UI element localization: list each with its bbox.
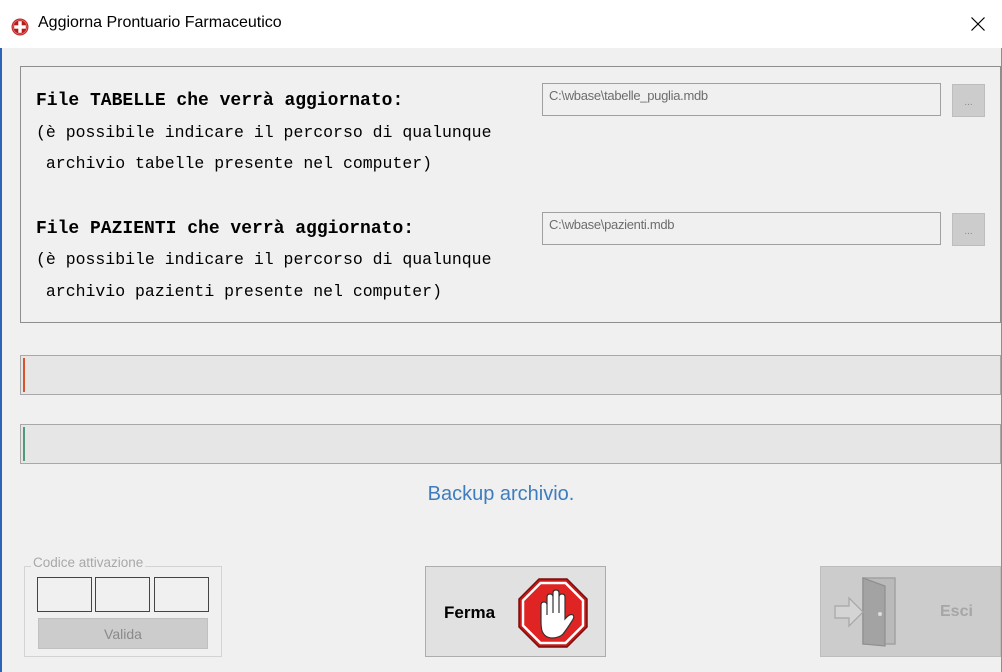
progress-bar-secondary-fill xyxy=(23,427,25,461)
close-button[interactable] xyxy=(954,0,1002,48)
validate-button[interactable]: Valida xyxy=(38,618,208,649)
close-icon xyxy=(971,17,985,31)
red-cross-icon xyxy=(11,18,29,36)
activation-code-field-2[interactable] xyxy=(95,577,150,612)
pazienti-note-line2: archivio pazienti presente nel computer) xyxy=(36,282,442,301)
window-title: Aggiorna Prontuario Farmaceutico xyxy=(38,14,282,31)
tabelle-note-line1: (è possibile indicare il percorso di qua… xyxy=(36,123,492,142)
progress-bar-secondary xyxy=(20,424,1001,464)
tabelle-path-field[interactable]: C:\wbase\tabelle_puglia.mdb xyxy=(542,83,941,116)
stop-hand-icon xyxy=(518,578,588,648)
exit-door-icon xyxy=(834,577,896,647)
progress-bar-primary-fill xyxy=(23,358,25,392)
pazienti-browse-button[interactable]: ... xyxy=(952,213,985,246)
window-border-left xyxy=(0,0,2,672)
status-text: Backup archivio. xyxy=(427,483,575,505)
pazienti-label: File PAZIENTI che verrà aggiornato: xyxy=(36,219,415,239)
tabelle-label: File TABELLE che verrà aggiornato: xyxy=(36,91,404,111)
activation-code-field-1[interactable] xyxy=(37,577,92,612)
stop-button-label: Ferma xyxy=(444,603,496,622)
stop-button[interactable]: Ferma xyxy=(425,566,606,657)
exit-button-label: Esci xyxy=(940,603,973,620)
tabelle-browse-button[interactable]: ... xyxy=(952,84,985,117)
progress-bar-primary xyxy=(20,355,1001,395)
exit-button[interactable]: Esci xyxy=(820,566,1001,657)
pazienti-note-line1: (è possibile indicare il percorso di qua… xyxy=(36,250,492,269)
pazienti-path-field[interactable]: C:\wbase\pazienti.mdb xyxy=(542,212,941,245)
tabelle-note-line2: archivio tabelle presente nel computer) xyxy=(36,154,433,173)
title-bar: Aggiorna Prontuario Farmaceutico xyxy=(0,0,1002,48)
activation-code-field-3[interactable] xyxy=(154,577,209,612)
activation-code-legend: Codice attivazione xyxy=(31,555,146,570)
